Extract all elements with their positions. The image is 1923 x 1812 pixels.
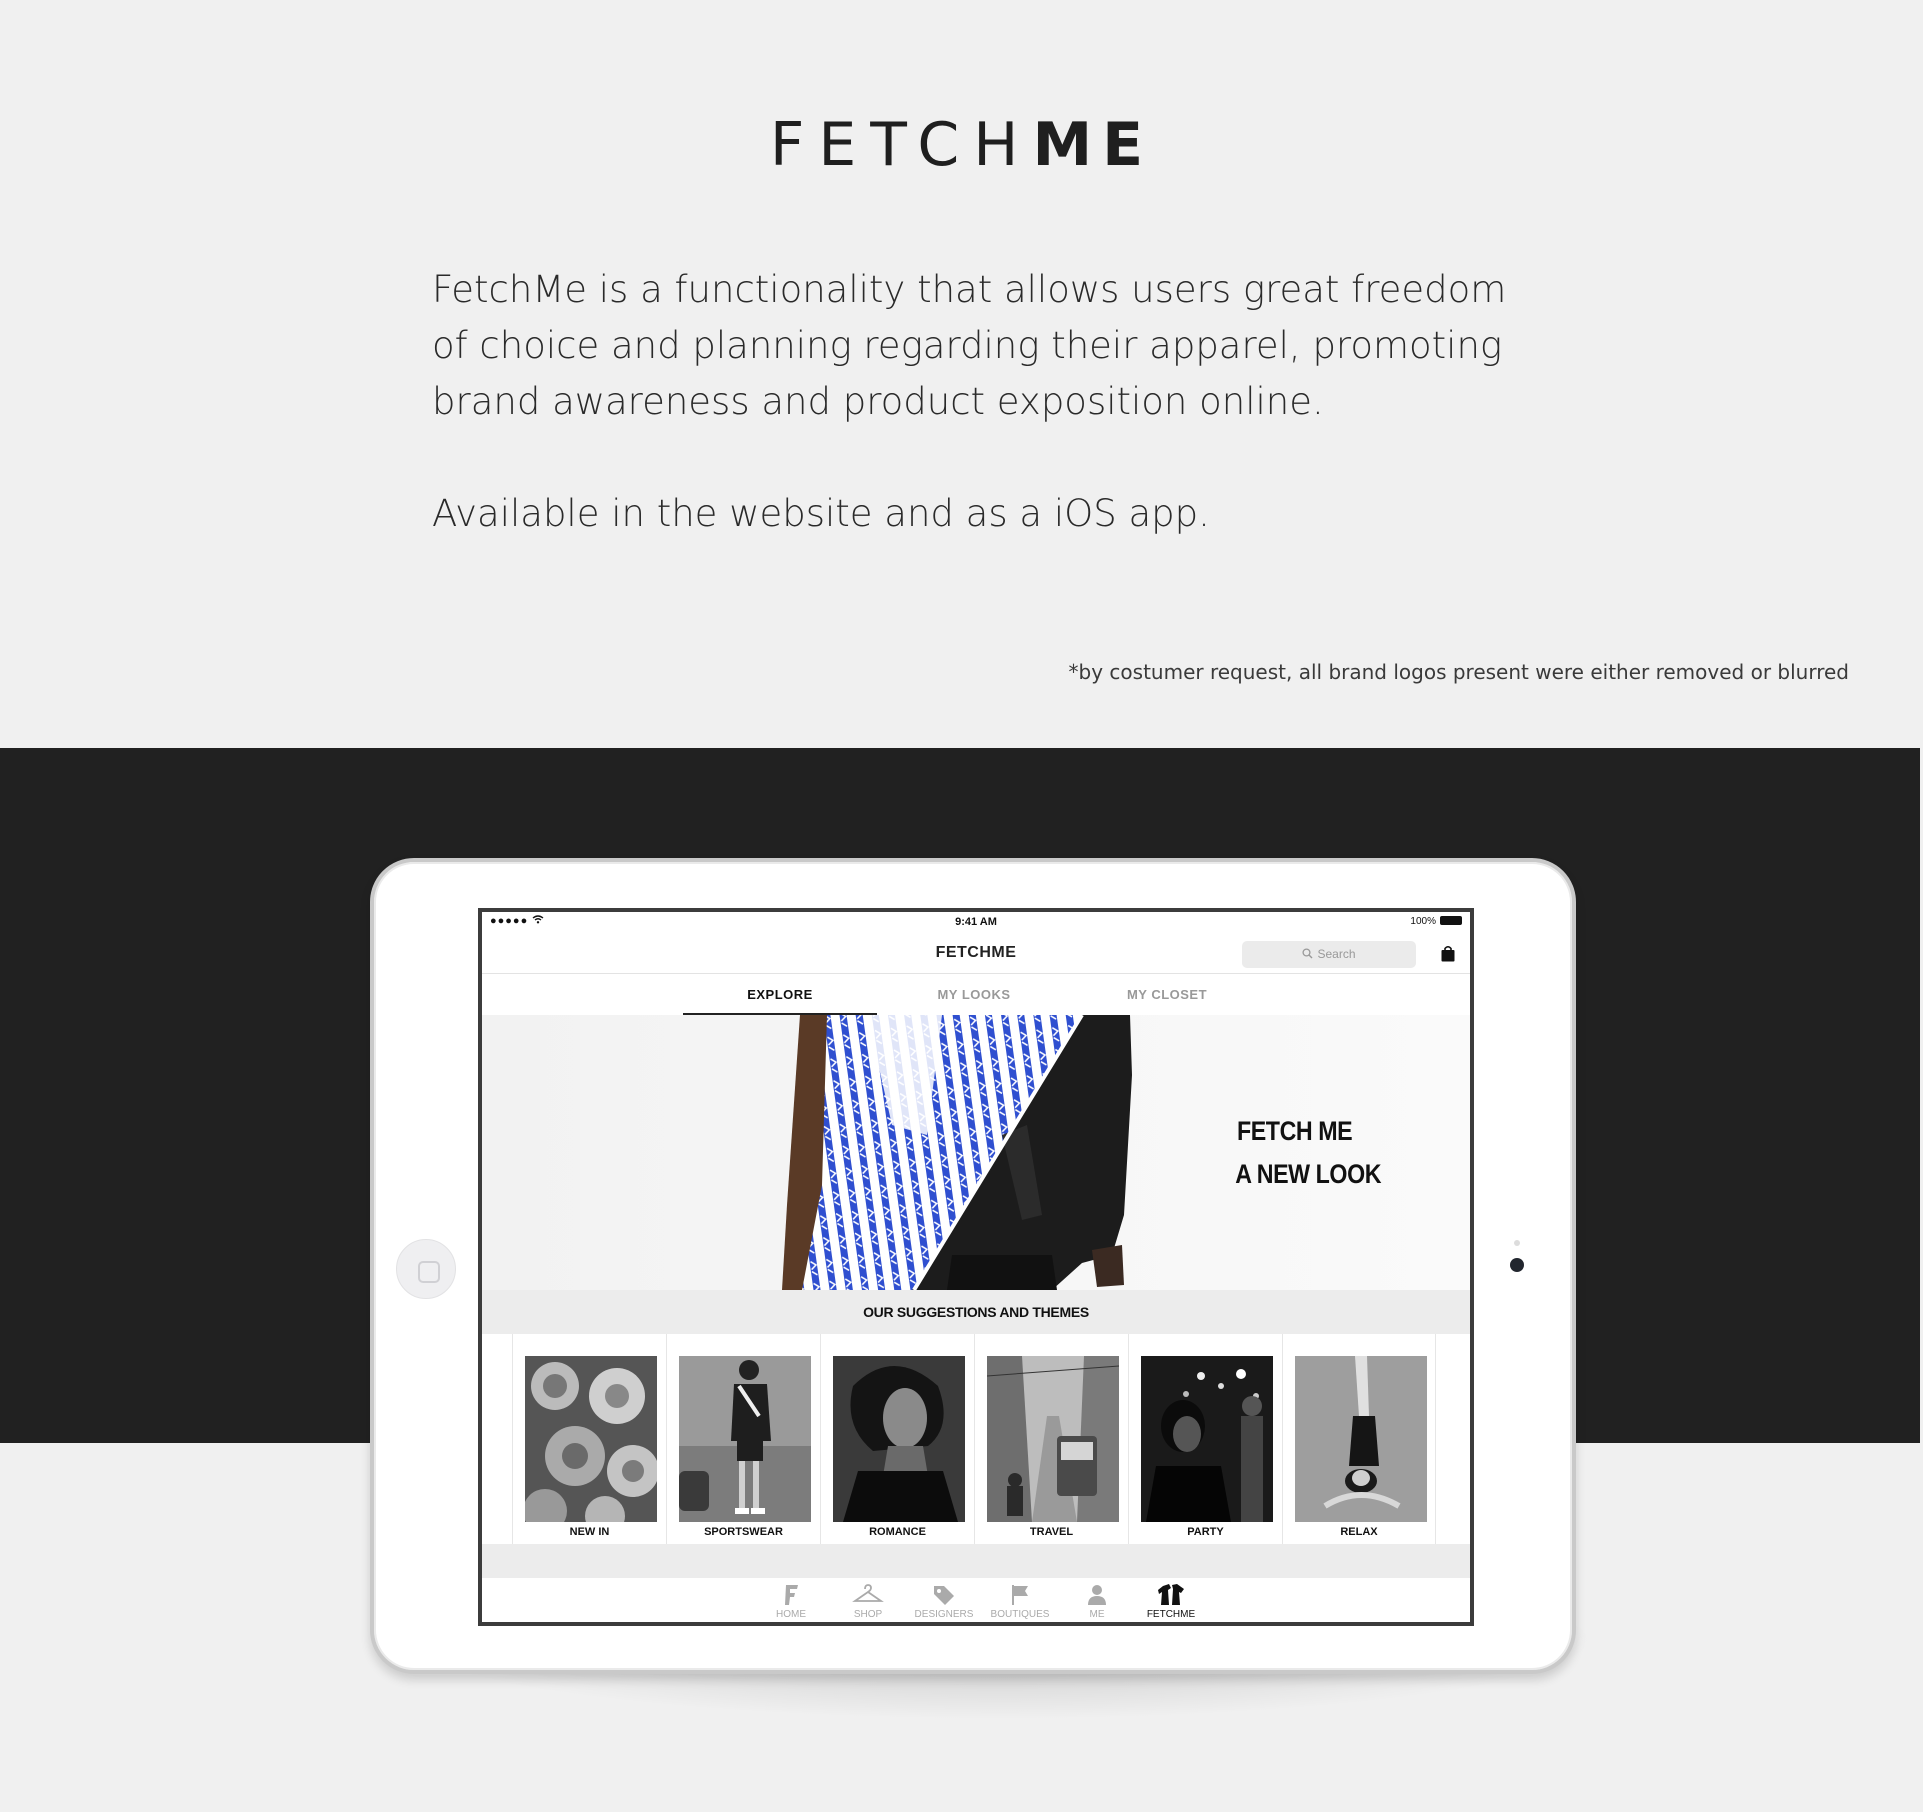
theme-card-romance[interactable]: ROMANCE: [820, 1334, 974, 1544]
theme-image-party: [1141, 1356, 1273, 1522]
tag-icon: [934, 1586, 954, 1605]
theme-image-travel: [987, 1356, 1119, 1522]
logo-light: FETCH: [769, 110, 1033, 180]
light-sensor: [1514, 1240, 1520, 1246]
nav-bar: FETCHME Search: [482, 934, 1470, 974]
hero-line-1: FETCH ME: [1237, 1116, 1353, 1146]
tabbar-label: HOME: [776, 1609, 806, 1620]
content-divider: [482, 1544, 1470, 1578]
tabbar-item-boutiques[interactable]: BOUTIQUES: [985, 1583, 1055, 1620]
intro-paragraph-availability: Available in the website and as a iOS ap…: [432, 492, 1210, 535]
hero-line-2: A NEW LOOK: [1235, 1159, 1382, 1189]
tablet-device: ●●●●● 9:41 AM 100% FETCHME Search EXPLOR…: [370, 858, 1576, 1674]
battery-icon: [1440, 916, 1462, 925]
tabbar-item-shop[interactable]: SHOP: [833, 1583, 903, 1620]
theme-label: ROMANCE: [869, 1526, 926, 1538]
tabbar-item-home[interactable]: HOME: [756, 1583, 826, 1620]
battery-percent: 100%: [1410, 916, 1436, 927]
battery-indicator: 100%: [1410, 916, 1462, 927]
hanger-icon: [852, 1584, 884, 1602]
status-time: 9:41 AM: [955, 916, 997, 928]
top-tabs: EXPLORE MY LOOKS MY CLOSET: [482, 975, 1470, 1015]
tab-explore[interactable]: EXPLORE: [685, 987, 875, 1002]
theme-grid: NEW IN SPORTSWEAR ROMANCE TRAVEL PARTY R…: [512, 1334, 1460, 1544]
theme-label: NEW IN: [569, 1526, 610, 1538]
bottom-tab-bar: HOME SHOP DESIGNERS BOUTIQUES ME FETCHME: [482, 1578, 1470, 1622]
theme-card-travel[interactable]: TRAVEL: [974, 1334, 1128, 1544]
tabbar-item-fetchme[interactable]: FETCHME: [1136, 1583, 1206, 1620]
theme-card-party[interactable]: PARTY: [1128, 1334, 1282, 1544]
status-bar: ●●●●● 9:41 AM 100%: [482, 912, 1470, 932]
theme-image-flowers: [525, 1356, 657, 1522]
logo-bold: ME: [1032, 110, 1154, 180]
shopping-bag-icon[interactable]: [1440, 945, 1456, 962]
theme-card-sportswear[interactable]: SPORTSWEAR: [666, 1334, 820, 1544]
tabbar-item-me[interactable]: ME: [1062, 1583, 1132, 1620]
tab-my-looks[interactable]: MY LOOKS: [879, 987, 1069, 1002]
theme-label: SPORTSWEAR: [704, 1526, 783, 1538]
tabbar-label: ME: [1089, 1609, 1105, 1620]
tabbar-label: SHOP: [853, 1609, 883, 1620]
search-input[interactable]: Search: [1242, 941, 1416, 968]
theme-image-romance: [833, 1356, 965, 1522]
tabbar-label: FETCHME: [1146, 1609, 1196, 1620]
disclaimer: *by costumer request, all brand logos pr…: [1068, 660, 1849, 684]
search-placeholder: Search: [1317, 947, 1356, 961]
intro-text: FetchMe is a functionality that allows u…: [432, 262, 1512, 542]
theme-label: RELAX: [1340, 1526, 1378, 1538]
hero-banner[interactable]: FETCH ME A NEW LOOK: [482, 1015, 1470, 1290]
section-title: OUR SUGGESTIONS AND THEMES: [482, 1290, 1470, 1334]
theme-label: TRAVEL: [1029, 1526, 1074, 1538]
person-icon: [1088, 1585, 1106, 1605]
theme-card-relax[interactable]: RELAX: [1282, 1334, 1436, 1544]
search-icon: [1302, 948, 1313, 959]
tabbar-label: BOUTIQUES: [990, 1609, 1050, 1620]
theme-image-relax: [1295, 1356, 1427, 1522]
hero-headline: FETCH ME A NEW LOOK: [1235, 1110, 1382, 1196]
tabbar-item-designers[interactable]: DESIGNERS: [909, 1583, 979, 1620]
intro-paragraph: FetchMe is a functionality that allows u…: [432, 268, 1507, 423]
app-screen: ●●●●● 9:41 AM 100% FETCHME Search EXPLOR…: [478, 908, 1474, 1626]
theme-image-sportswear: [679, 1356, 811, 1522]
theme-label: PARTY: [1187, 1526, 1224, 1538]
home-f-icon: [785, 1585, 798, 1605]
fetchme-logo: FETCHME: [0, 110, 1923, 180]
home-button[interactable]: [396, 1239, 456, 1299]
fetchme-icon: [1158, 1584, 1184, 1605]
front-camera: [1510, 1258, 1524, 1272]
theme-card-new-in[interactable]: NEW IN: [512, 1334, 666, 1544]
tabbar-label: DESIGNERS: [914, 1609, 974, 1620]
tab-my-closet[interactable]: MY CLOSET: [1072, 987, 1262, 1002]
flag-icon: [1012, 1585, 1028, 1605]
